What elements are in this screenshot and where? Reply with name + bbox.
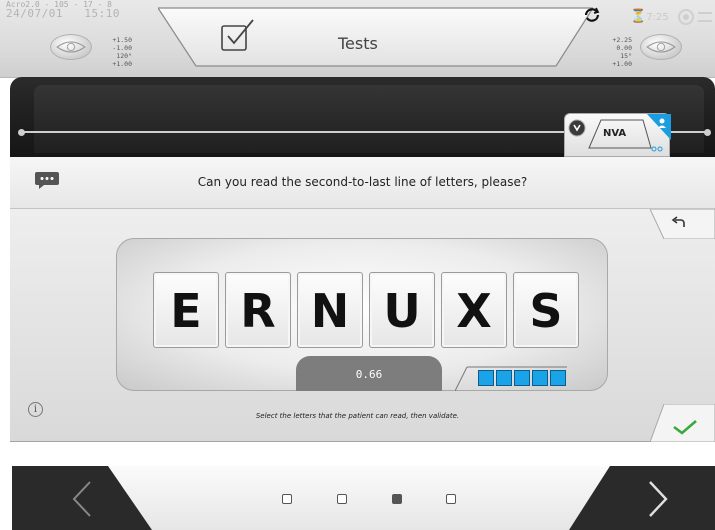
right-rx-sphere: +2.25 (612, 36, 632, 44)
page-dot[interactable] (446, 494, 456, 504)
right-rx-axis: 15° (620, 52, 632, 60)
right-rx-add: +1.00 (612, 60, 632, 68)
page-dot[interactable] (337, 494, 347, 504)
right-eye-icon[interactable] (640, 34, 682, 60)
letter-tile-6[interactable]: S (513, 272, 579, 348)
track-start-dot (18, 129, 25, 136)
acuity-value: 0.66 (296, 356, 442, 391)
question-text: Can you read the second-to-last line of … (197, 175, 528, 189)
bottom-nav (12, 466, 715, 530)
timer-value: 7:25 (646, 12, 669, 23)
right-eye-prescription: +2.25 0.00 15° +1.00 (598, 36, 632, 68)
page-title: Tests (338, 34, 378, 53)
chevron-right-icon (649, 481, 668, 517)
title-tab: Tests (158, 4, 593, 70)
header-bar: Acro2.0 - 105 - 17 - 8 24/07/01 15:10 +1… (0, 0, 715, 78)
question-bar: Can you read the second-to-last line of … (10, 157, 715, 209)
next-button[interactable] (646, 480, 670, 522)
letter-tile-5[interactable]: X (441, 272, 507, 348)
left-eye-icon[interactable] (50, 34, 92, 60)
test-card-nva[interactable]: NVA (564, 113, 671, 157)
left-rx-cylinder: -1.00 (112, 44, 132, 52)
left-rx-sphere: +1.50 (112, 36, 132, 44)
power-icon[interactable] (676, 6, 714, 32)
left-eye-prescription: +1.50 -1.00 120° +1.00 (98, 36, 132, 68)
page-dot[interactable] (282, 494, 292, 504)
score-blocks (478, 370, 566, 386)
right-rx-cylinder: 0.00 (616, 44, 632, 52)
session-timer: ⏳7:25 (630, 9, 669, 24)
letter-tile-4[interactable]: U (369, 272, 435, 348)
status-info: Acro2.0 - 105 - 17 - 8 24/07/01 15:10 (6, 0, 120, 20)
previous-button[interactable] (70, 480, 94, 522)
letter-tile-1[interactable]: E (153, 272, 219, 348)
page-dot[interactable] (392, 494, 402, 504)
score-block (550, 370, 566, 386)
status-time: 15:10 (84, 7, 120, 20)
track-end-dot (704, 129, 711, 136)
left-rx-axis: 120° (116, 52, 132, 60)
score-block (514, 370, 530, 386)
letter-tile-3[interactable]: N (297, 272, 363, 348)
test-card-label: NVA (603, 128, 627, 139)
status-date: 24/07/01 (6, 7, 63, 20)
sync-icon[interactable] (582, 6, 602, 28)
validate-button[interactable] (649, 403, 715, 446)
chevron-left-icon (72, 481, 91, 517)
score-block (496, 370, 512, 386)
score-block (478, 370, 494, 386)
score-block (532, 370, 548, 386)
left-rx-add: +1.00 (112, 60, 132, 68)
instruction-text: Select the letters that the patient can … (255, 412, 460, 420)
undo-button[interactable] (649, 208, 715, 243)
letter-tile-2[interactable]: R (225, 272, 291, 348)
